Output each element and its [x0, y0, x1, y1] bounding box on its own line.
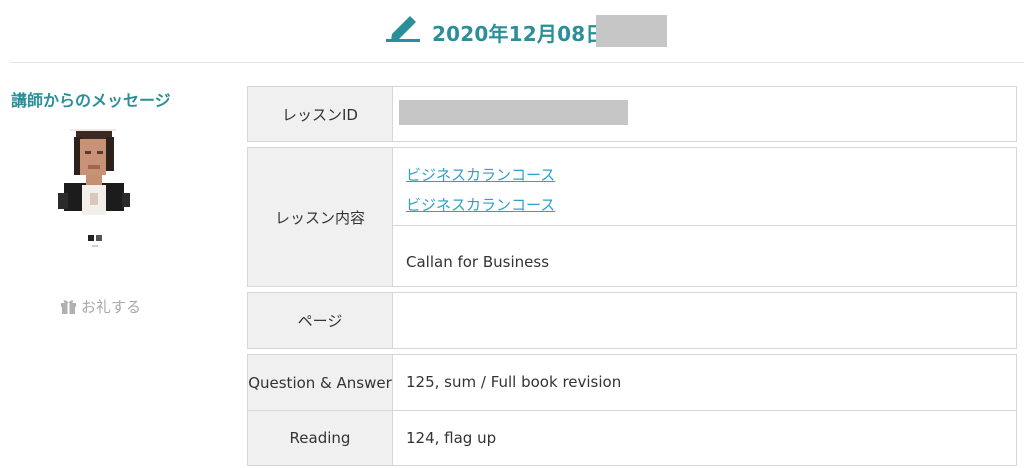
lesson-content-table: レッスン内容 ビジネスカランコース ビジネスカランコース Callan for … — [247, 147, 1017, 287]
send-thanks-button[interactable]: お礼する — [60, 296, 141, 317]
teacher-sidebar: 講師からのメッセージ お礼する — [0, 63, 235, 468]
qa-value: 125, sum / Full book revision — [393, 355, 1016, 410]
teacher-message-title: 講師からのメッセージ — [11, 91, 171, 110]
page-label: ページ — [248, 293, 393, 348]
gift-icon — [61, 300, 76, 314]
lesson-date: 2020年12月08日 — [432, 22, 606, 46]
lesson-id-table: レッスンID — [247, 86, 1017, 142]
course-link[interactable]: ビジネスカランコース — [406, 194, 555, 215]
page-value — [393, 293, 1016, 348]
page-table: ページ — [247, 292, 1017, 349]
lesson-header: 2020年12月08日 — [0, 0, 1024, 63]
pencil-icon — [386, 16, 420, 42]
lesson-id-value — [393, 87, 1016, 141]
qa-label: Question & Answer — [248, 355, 393, 410]
course-name: Callan for Business — [406, 253, 550, 271]
redacted-time — [596, 15, 667, 47]
reading-label: Reading — [248, 411, 393, 465]
lesson-id-label: レッスンID — [248, 87, 393, 141]
lesson-content-label: レッスン内容 — [248, 148, 393, 286]
send-thanks-label: お礼する — [81, 298, 142, 316]
course-link[interactable]: ビジネスカランコース — [406, 164, 555, 185]
reading-value: 124, flag up — [393, 411, 1016, 465]
reading-text: 124, flag up — [406, 429, 497, 447]
lesson-content-value: ビジネスカランコース ビジネスカランコース Callan for Busines… — [393, 148, 1016, 286]
progress-table: Question & Answer 125, sum / Full book r… — [247, 354, 1017, 466]
row-divider — [393, 225, 1016, 226]
teacher-avatar[interactable] — [52, 123, 136, 247]
qa-text: 125, sum / Full book revision — [406, 373, 622, 391]
redacted-lesson-id — [399, 100, 628, 125]
